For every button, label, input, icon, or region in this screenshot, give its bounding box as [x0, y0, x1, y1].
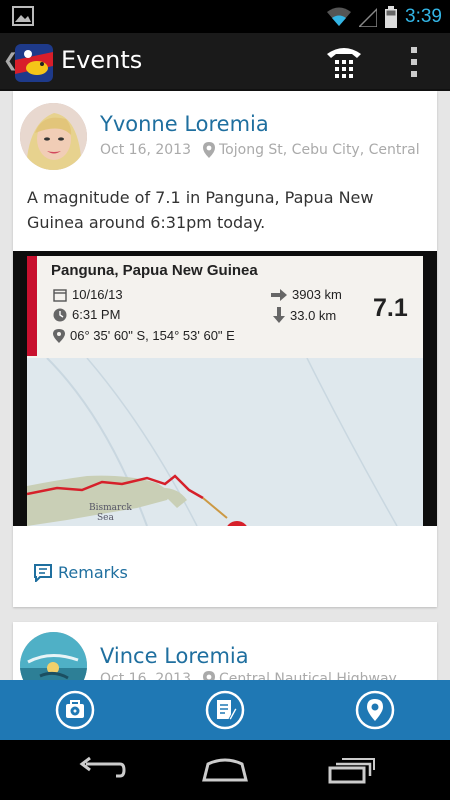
location-pin-icon [203, 142, 215, 158]
photo-header: Panguna, Papua New Guinea 10/16/13 6:31 … [27, 256, 423, 358]
photo-map: Bismarck Sea [27, 358, 423, 526]
photo-red-stripe [27, 256, 37, 356]
author-name[interactable]: Vince Loremia [100, 644, 249, 668]
photo-depth: 33.0 km [290, 307, 337, 323]
avatar[interactable] [20, 103, 87, 170]
post-meta: Oct 16, 2013 Central Nautical Highway [100, 671, 397, 680]
remarks-label: Remarks [58, 563, 128, 582]
location-pin-icon[interactable] [355, 690, 395, 730]
photo-date: 10/16/13 [72, 287, 123, 302]
status-icons: 3:39 [327, 0, 442, 33]
home-icon[interactable] [200, 756, 250, 784]
arrow-right-icon [271, 288, 287, 301]
comment-icon [34, 563, 52, 582]
medical-kit-icon[interactable] [55, 690, 95, 730]
action-bar: ❮ Events [0, 33, 450, 91]
map-label-bismarck: Bismarck [89, 503, 132, 513]
battery-icon [385, 5, 398, 28]
arrow-down-icon [273, 307, 285, 323]
status-time: 3:39 [405, 5, 442, 27]
map-pin-icon [53, 328, 65, 343]
photo-time: 6:31 PM [72, 307, 121, 322]
event-card[interactable]: Vince Loremia Oct 16, 2013 Central Nauti… [13, 622, 437, 680]
post-date: Oct 16, 2013 [100, 142, 191, 158]
event-feed[interactable]: Yvonne Loremia Oct 16, 2013 Tojong St, C… [0, 91, 450, 680]
system-nav-bar [0, 740, 450, 800]
photo-coords: 06° 35' 60" S, 154° 53' 60" E [70, 328, 235, 343]
photo-place: Panguna, Papua New Guinea [51, 262, 258, 279]
post-location: Tojong St, Cebu City, Central [219, 142, 420, 158]
bottom-toolbar [0, 680, 450, 740]
remarks-button[interactable]: Remarks [34, 563, 128, 582]
photo-content: Panguna, Papua New Guinea 10/16/13 6:31 … [27, 256, 423, 526]
photo-distance-row: 3903 km [271, 287, 342, 302]
post-date: Oct 16, 2013 [100, 671, 191, 680]
phone-keypad-icon[interactable] [324, 44, 364, 80]
app-logo-icon[interactable] [15, 44, 53, 82]
photo-coords-row: 06° 35' 60" S, 154° 53' 60" E [53, 328, 235, 343]
location-pin-icon [203, 671, 215, 680]
clock-icon [53, 308, 67, 321]
recent-apps-icon[interactable] [326, 756, 376, 784]
post-location: Central Nautical Highway [219, 671, 397, 680]
photo-magnitude: 7.1 [373, 294, 408, 322]
gallery-notification-icon [12, 6, 34, 26]
calendar-icon [53, 288, 67, 302]
photo-date-row: 10/16/13 [53, 287, 123, 302]
screen: 3:39 ❮ Events Yvonne Loremia Oct 16, 201… [0, 0, 450, 800]
author-name[interactable]: Yvonne Loremia [100, 112, 269, 136]
avatar[interactable] [20, 632, 87, 680]
photo-depth-row: 33.0 km [273, 307, 336, 323]
photo-time-row: 6:31 PM [53, 307, 120, 322]
signal-icon [359, 7, 378, 27]
map-label-sea: Sea [97, 513, 114, 523]
post-photo[interactable]: Panguna, Papua New Guinea 10/16/13 6:31 … [13, 251, 437, 526]
event-card[interactable]: Yvonne Loremia Oct 16, 2013 Tojong St, C… [13, 91, 437, 607]
photo-distance: 3903 km [292, 287, 342, 302]
back-icon[interactable] [76, 756, 126, 784]
page-title: Events [61, 46, 143, 74]
post-meta: Oct 16, 2013 Tojong St, Cebu City, Centr… [100, 142, 420, 158]
wifi-icon [327, 7, 352, 26]
post-text: A magnitude of 7.1 in Panguna, Papua New… [27, 188, 374, 232]
document-edit-icon[interactable] [205, 690, 245, 730]
status-bar: 3:39 [0, 0, 450, 33]
overflow-menu-icon[interactable] [404, 45, 424, 79]
